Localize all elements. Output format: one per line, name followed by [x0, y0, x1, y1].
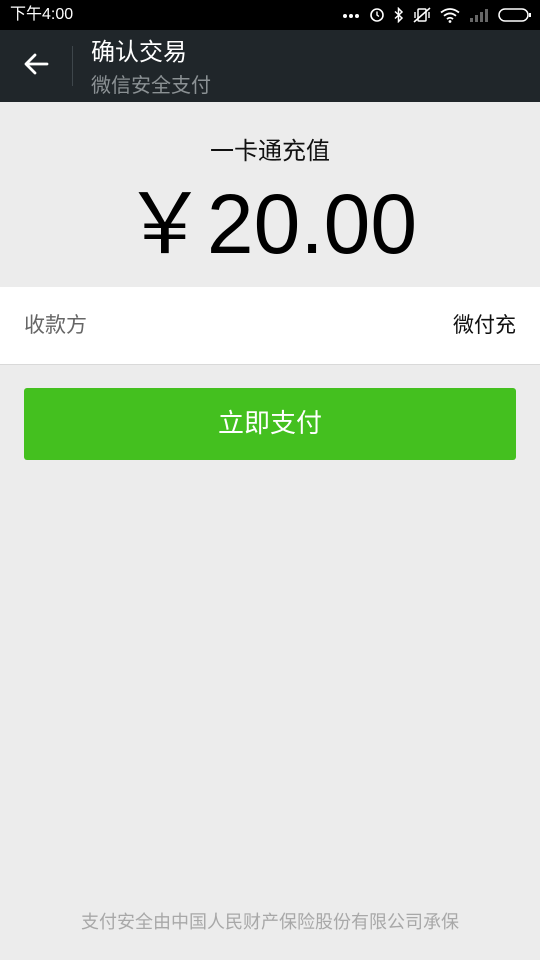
product-name: 一卡通充值 — [210, 137, 330, 165]
page-title: 确认交易 — [91, 38, 187, 66]
wifi-icon — [440, 7, 460, 23]
payee-value: 微付充 — [453, 313, 516, 337]
battery-icon — [498, 7, 532, 23]
bluetooth-icon — [394, 7, 404, 23]
more-dots-icon — [342, 11, 360, 19]
payee-row: 收款方 微付充 — [0, 287, 540, 365]
status-icons — [342, 4, 532, 26]
back-arrow-icon — [23, 52, 49, 80]
silent-vibrate-icon — [413, 7, 431, 23]
alarm-icon — [369, 7, 385, 23]
payment-amount: ￥20.00 — [122, 177, 418, 271]
insurance-note: 支付安全由中国人民财产保险股份有限公司承保 — [81, 912, 459, 933]
pay-now-button[interactable]: 立即支付 — [24, 388, 516, 460]
back-button[interactable] — [12, 42, 60, 90]
page-subtitle: 微信安全支付 — [91, 73, 211, 97]
app-bar: 确认交易 微信安全支付 — [0, 30, 540, 102]
cellular-signal-icon — [469, 8, 489, 22]
header-divider — [72, 46, 73, 86]
status-bar: 下午4:00 — [0, 0, 540, 30]
payee-label: 收款方 — [24, 313, 87, 337]
status-time: 下午4:00 — [10, 6, 74, 23]
payment-summary: 一卡通充值 ￥20.00 — [0, 102, 540, 286]
